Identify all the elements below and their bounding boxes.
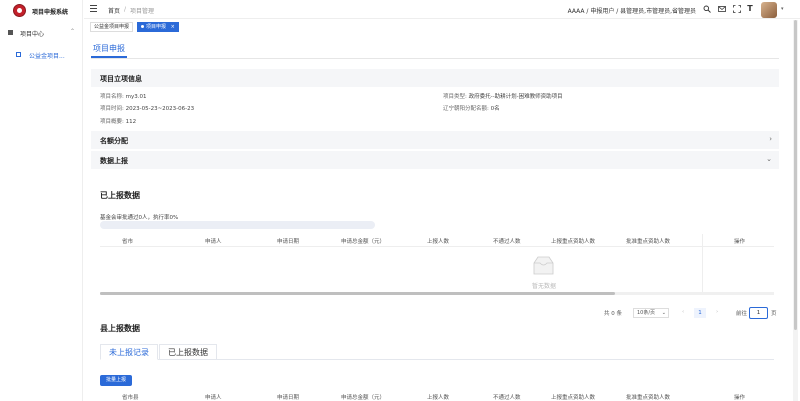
hamburger-icon[interactable] [90,5,97,12]
active-dot [141,25,144,28]
tag-label: 项目申报 [146,24,167,30]
fullscreen-icon[interactable] [733,5,741,13]
breadcrumb-current: 项目管理 [130,8,155,15]
breadcrumb-home[interactable]: 首页 [108,6,120,15]
county-table-header: 省市县 申请人 申请日期 申请总金额（元） 上报人数 不通过人数 上报重点资助人… [100,390,774,401]
col-header: 申请人 [205,239,222,245]
tag-welfare-project[interactable]: 公益金项目申报 [90,22,134,32]
label: 项目类型: [443,94,467,100]
section-data-report[interactable]: 数据上报 ⌄ [91,151,779,169]
page-size-value: 10条/页 [637,310,656,316]
section-title: 名额分配 [100,137,128,145]
goto-page-input[interactable]: 1 [749,307,768,319]
county-title: 县上报数据 [100,324,140,333]
user-roles: AAAA / 申报用户 / 县管理员,市管理员,省管理员 [567,8,696,15]
col-header: 不通过人数 [493,239,521,245]
section-title: 项目立项信息 [100,75,142,83]
next-page-button[interactable]: › [716,309,718,315]
county-tabs: 未上报记录 已上报数据 [100,344,774,360]
col-header: 操作 [734,395,746,401]
label: 项目时间: [100,106,124,112]
tag-label: 公益金项目申报 [94,24,130,30]
col-header: 申请人 [205,395,222,401]
col-header: 操作 [734,239,746,245]
empty-box-icon [530,255,557,277]
section-quota[interactable]: 名额分配 › [91,131,779,149]
col-header: 批准重点资助人数 [626,239,671,245]
prev-page-button[interactable]: ‹ [682,309,684,315]
col-header: 上报人数 [427,395,450,401]
col-header: 申请总金额（元） [341,239,386,245]
col-header: 上报重点资助人数 [551,395,596,401]
col-header: 上报人数 [427,239,450,245]
section-project-info: 项目立项信息 [91,69,779,87]
caret-down-icon[interactable]: ▾ [781,6,784,12]
page-size-select[interactable]: 10条/页 ⌄ [633,308,669,318]
avatar[interactable] [761,2,777,18]
mail-icon[interactable] [718,5,726,13]
col-header: 申请总金额（元） [341,395,386,401]
page-number[interactable]: 1 [694,308,706,318]
breadcrumb-separator: / [124,6,127,13]
sidebar-item-label: 公益金项目... [29,53,65,60]
chevron-down-icon: ⌄ [766,155,772,163]
col-header: 申请日期 [277,395,300,401]
execution-rate-text: 基金会审批通过0人，执行率0% [100,215,179,221]
page-scrollbar[interactable] [793,20,798,401]
chevron-up-icon: ⌃ [70,28,76,35]
close-icon[interactable]: × [171,24,175,30]
batch-report-button[interactable]: 批量上报 [100,375,132,386]
sidebar-group-label: 项目中心 [20,31,45,38]
document-icon [16,52,21,57]
tab-unreported[interactable]: 未上报记录 [100,344,158,360]
app-logo [13,4,26,17]
project-quota: 辽宁朝阳分配名额: 0名 [443,104,500,112]
col-header: 批准重点资助人数 [626,395,671,401]
sidebar-item-welfare-project[interactable]: 公益金项目... [0,48,83,62]
project-type: 项目类型: 政府委托--助耕计划-困难教师资助项目 [443,92,563,100]
col-header: 省市县 [122,395,139,401]
pagination-total: 共 0 条 [604,311,622,317]
value: my3.01 [125,94,147,100]
goto-label: 前往 [736,311,748,317]
tab-reported[interactable]: 已上报数据 [159,344,217,360]
project-summary: 项目概要: 112 [100,117,136,125]
table-scrollbar-thumb[interactable] [100,292,615,295]
chevron-right-icon: › [769,135,772,143]
col-header: 不通过人数 [493,395,521,401]
label: 项目概要: [100,119,124,125]
fixed-column-divider [702,234,703,292]
chevron-down-icon: ⌄ [661,310,666,316]
tag-project-apply[interactable]: 项目申报 × [137,22,179,32]
label: 辽宁朝阳分配名额: [443,106,489,112]
col-header: 申请日期 [277,239,300,245]
page-scrollbar-thumb[interactable] [794,20,797,330]
menu-icon [8,30,13,35]
value: 112 [125,119,137,125]
col-header: 省市 [122,239,134,245]
page-unit: 页 [771,311,777,317]
empty-text: 暂无数据 [531,283,556,290]
search-icon[interactable] [703,5,711,13]
font-size-icon[interactable]: T [746,5,754,13]
label: 项目名称: [100,94,124,100]
value: 0名 [490,106,500,112]
reported-title: 已上报数据 [100,191,140,200]
page-title-tab[interactable]: 项目申报 [93,43,125,54]
col-header: 上报重点资助人数 [551,239,596,245]
project-name: 项目名称: my3.01 [100,92,146,100]
reported-table-header: 省市 申请人 申请日期 申请总金额（元） 上报人数 不通过人数 上报重点资助人数… [100,234,774,247]
value: 2023-05-23~2023-06-23 [125,106,195,112]
section-title: 数据上报 [100,157,128,165]
app-title: 项目申报系统 [32,9,69,16]
execution-progress-bar [100,221,375,229]
value: 政府委托--助耕计划-困难教师资助项目 [468,94,563,100]
project-time: 项目时间: 2023-05-23~2023-06-23 [100,104,194,112]
sidebar-group-project-center[interactable]: 项目中心 ⌃ [0,26,83,40]
divider [91,58,779,59]
